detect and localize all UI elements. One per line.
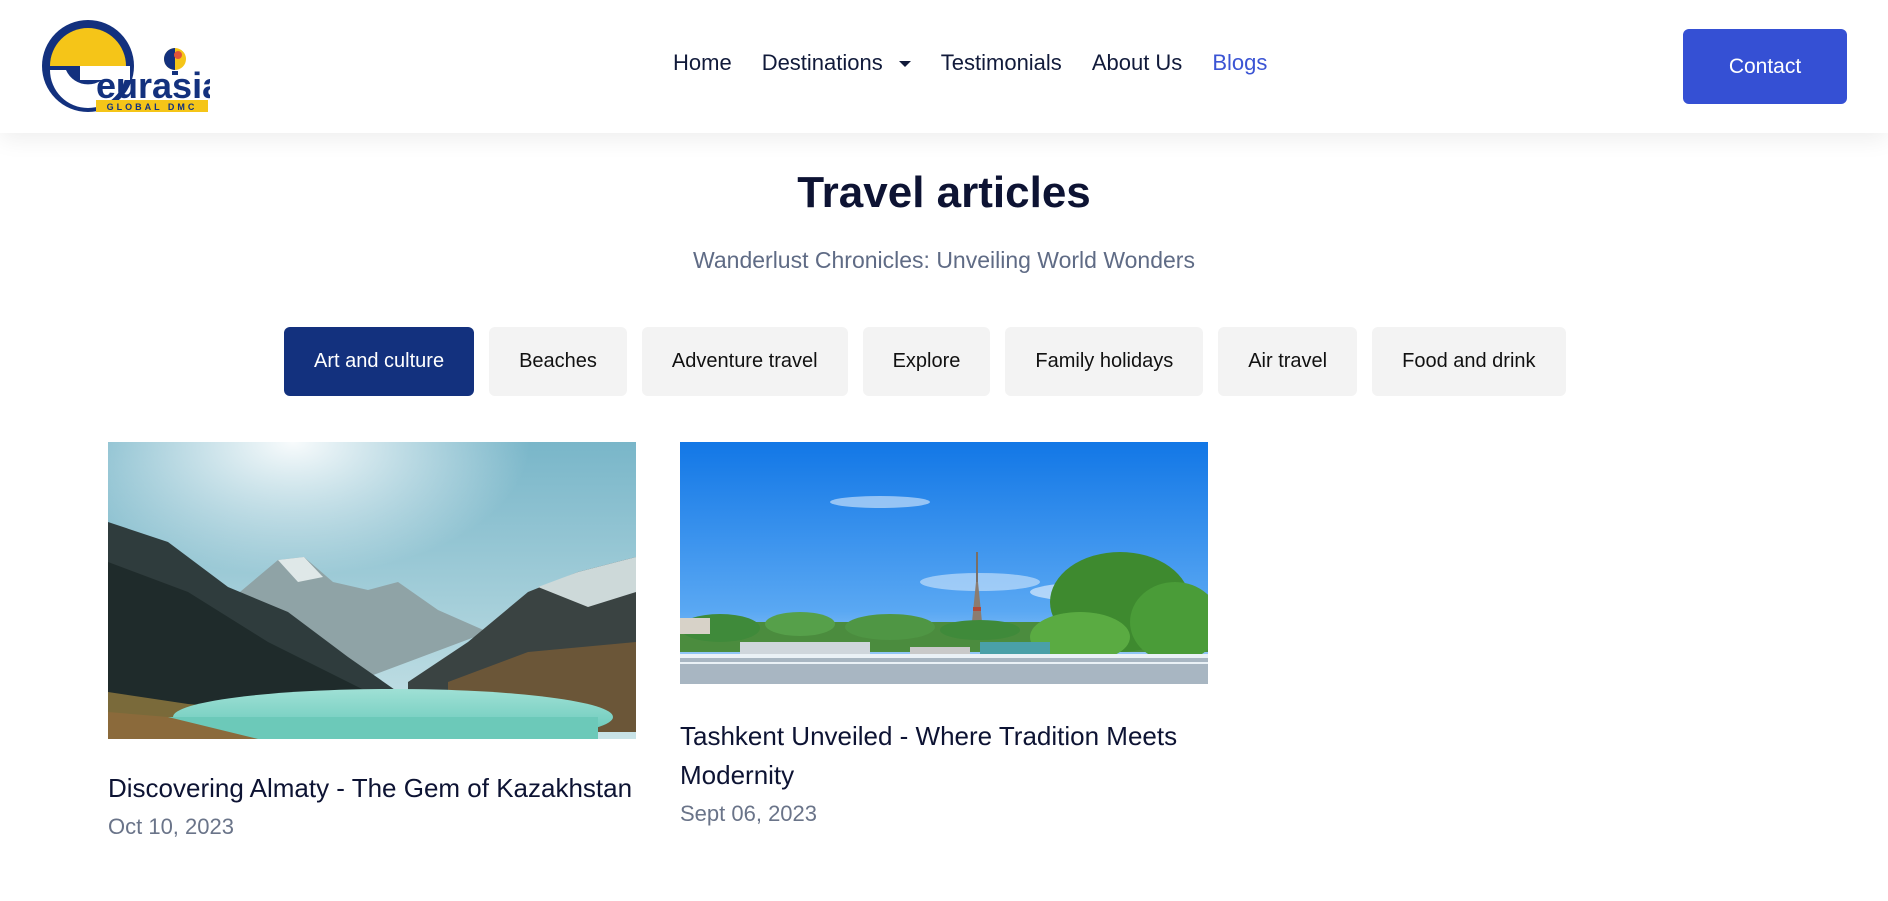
chevron-down-icon [898,61,911,67]
eurasia-logo[interactable]: eurasia GLOBAL DMC [40,16,210,116]
nav-home-label: Home [673,50,732,75]
nav-blogs[interactable]: Blogs [1212,50,1267,76]
article-card[interactable]: Discovering Almaty - The Gem of Kazakhst… [108,442,636,840]
article-date: Oct 10, 2023 [108,814,234,839]
nav-destinations-label: Destinations [761,50,883,75]
logo-word: eurasia [96,65,210,106]
page-title: Travel articles [797,168,1091,217]
page-subtitle: Wanderlust Chronicles: Unveiling World W… [693,247,1195,273]
logo-graphic: eurasia GLOBAL DMC [42,20,210,112]
filter-beaches[interactable]: Beaches [489,327,627,396]
mountain-lake-photo[interactable] [108,442,636,739]
city-skyline-photo[interactable] [680,442,1208,684]
nav-destinations[interactable]: Destinations [762,50,911,76]
filter-food-and-drink[interactable]: Food and drink [1372,327,1566,396]
filter-art-and-culture[interactable]: Art and culture [284,327,475,396]
category-filters: Art and culture Beaches Adventure travel… [284,327,1566,396]
contact-button[interactable]: Contact [1683,29,1847,104]
article-title[interactable]: Discovering Almaty - The Gem of Kazakhst… [108,769,636,808]
nav-about-us[interactable]: About Us [1092,50,1183,76]
article-card[interactable]: Tashkent Unveiled - Where Tradition Meet… [680,442,1208,827]
site-header: eurasia GLOBAL DMC Home Destinations Tes… [0,0,1888,133]
nav-home[interactable]: Home [673,50,732,76]
logo-tagline: GLOBAL DMC [107,102,198,112]
article-title[interactable]: Tashkent Unveiled - Where Tradition Meet… [680,717,1208,795]
nav-blogs-label: Blogs [1212,50,1268,75]
nav-about-us-label: About Us [1091,50,1183,75]
filter-explore[interactable]: Explore [862,327,991,396]
filter-family-holidays[interactable]: Family holidays [1005,327,1204,396]
nav-testimonials-label: Testimonials [940,50,1062,75]
article-date: Sept 06, 2023 [680,801,818,826]
nav-testimonials[interactable]: Testimonials [941,50,1062,76]
filter-air-travel[interactable]: Air travel [1218,327,1358,396]
main-nav: Home Destinations Testimonials About Us … [673,50,1267,76]
filter-adventure-travel[interactable]: Adventure travel [641,327,848,396]
